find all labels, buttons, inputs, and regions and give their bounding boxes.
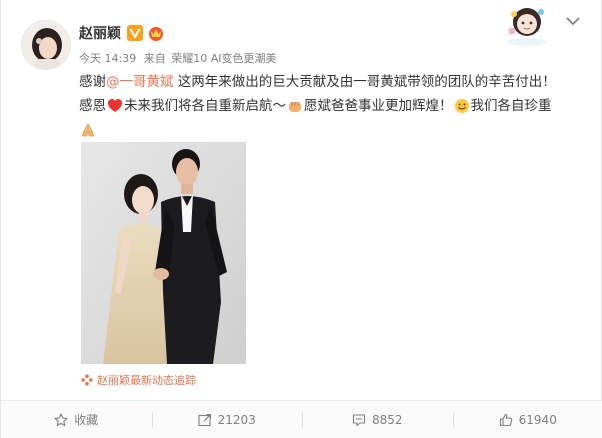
- content-line-3: [79, 118, 589, 142]
- post-meta: 今天 14:39 来自 荣耀10 AI变色更潮美: [79, 50, 280, 66]
- post-content: 感谢@一哥黄斌 这两年来做出的巨大贡献及由一哥黄斌带领的团队的辛苦付出！ 感恩 未…: [79, 70, 589, 142]
- avatar[interactable]: [21, 20, 71, 70]
- decoration-character-icon: [507, 8, 547, 46]
- mention-link[interactable]: @一哥黄斌: [106, 74, 174, 90]
- content-line-2: 感恩 未来我们将各自重新启航～ 愿斌爸爸事业更加辉煌！ 我们各自珍重: [79, 94, 589, 118]
- repost-count: 21203: [217, 412, 256, 427]
- content-text: 感恩: [79, 98, 106, 114]
- vip-v-icon[interactable]: [127, 25, 143, 41]
- star-icon: [54, 412, 68, 426]
- pray-emoji: [81, 123, 95, 137]
- favorite-label: 收藏: [74, 413, 99, 427]
- thumbs-up-icon: [499, 413, 512, 426]
- fist-emoji: [289, 102, 301, 112]
- action-bar: 收藏 21203 8852 61940: [1, 400, 602, 438]
- author-row: 赵丽颖: [79, 22, 165, 44]
- repost-button[interactable]: 21203: [151, 401, 303, 438]
- repost-icon: [198, 413, 211, 426]
- super-topic-icon: [81, 374, 93, 386]
- like-button[interactable]: 61940: [452, 401, 602, 438]
- content-text: 未来我们将各自重新启航～: [124, 98, 286, 114]
- comment-button[interactable]: 8852: [302, 401, 453, 438]
- comment-icon: [352, 413, 366, 426]
- like-count: 61940: [518, 412, 557, 427]
- post-time[interactable]: 今天 14:39: [79, 52, 136, 65]
- author-name[interactable]: 赵丽颖: [79, 23, 121, 43]
- super-topic-link[interactable]: 赵丽颖最新动态追踪: [81, 372, 196, 388]
- from-label: 来自: [143, 52, 166, 65]
- favorite-button[interactable]: 收藏: [1, 401, 152, 438]
- comment-count: 8852: [371, 412, 403, 427]
- weibo-post-card: 赵丽颖 今天 14:39 来自 荣耀10 AI变色更潮美 感谢@一哥黄斌 这两年…: [0, 0, 602, 438]
- smile-emoji: [454, 99, 469, 113]
- content-text: 我们各自珍重: [470, 98, 552, 114]
- post-source[interactable]: 荣耀10 AI变色更潮美: [171, 52, 276, 65]
- super-topic-label: 赵丽颖最新动态追踪: [97, 374, 196, 387]
- heart-emoji: [108, 99, 122, 112]
- post-photo[interactable]: [81, 142, 246, 364]
- content-text: 这两年来做出的巨大贡献及由一哥黄斌带领的团队的辛苦付出！: [173, 74, 556, 90]
- content-text: 感谢: [79, 74, 106, 90]
- content-text: 愿斌爸爸事业更加辉煌！: [304, 98, 453, 114]
- content-line-1: 感谢@一哥黄斌 这两年来做出的巨大贡献及由一哥黄斌带领的团队的辛苦付出！: [79, 70, 589, 94]
- crown-icon[interactable]: [147, 25, 165, 41]
- chevron-down-icon[interactable]: [566, 16, 580, 26]
